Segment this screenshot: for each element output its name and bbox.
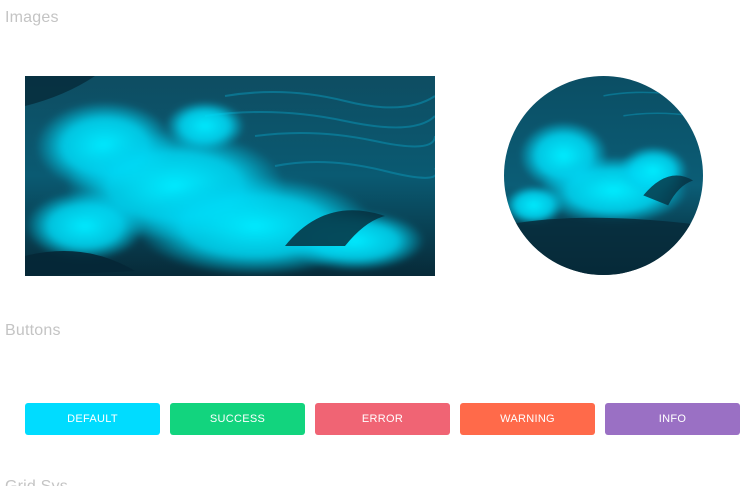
wave-image-circular bbox=[504, 76, 703, 275]
info-button[interactable]: INFO bbox=[605, 403, 740, 435]
ui-kit-page: Images Buttons DEFAULT SUCCESS ERROR WAR… bbox=[0, 0, 755, 486]
error-button[interactable]: ERROR bbox=[315, 403, 450, 435]
grid-section-title: Grid Sys bbox=[5, 478, 68, 486]
warning-button[interactable]: WARNING bbox=[460, 403, 595, 435]
button-row: DEFAULT SUCCESS ERROR WARNING INFO bbox=[25, 403, 740, 435]
wave-image-rectangular bbox=[25, 76, 435, 276]
default-button[interactable]: DEFAULT bbox=[25, 403, 160, 435]
success-button[interactable]: SUCCESS bbox=[170, 403, 305, 435]
buttons-section-title: Buttons bbox=[5, 322, 61, 339]
images-section-title: Images bbox=[5, 9, 59, 26]
